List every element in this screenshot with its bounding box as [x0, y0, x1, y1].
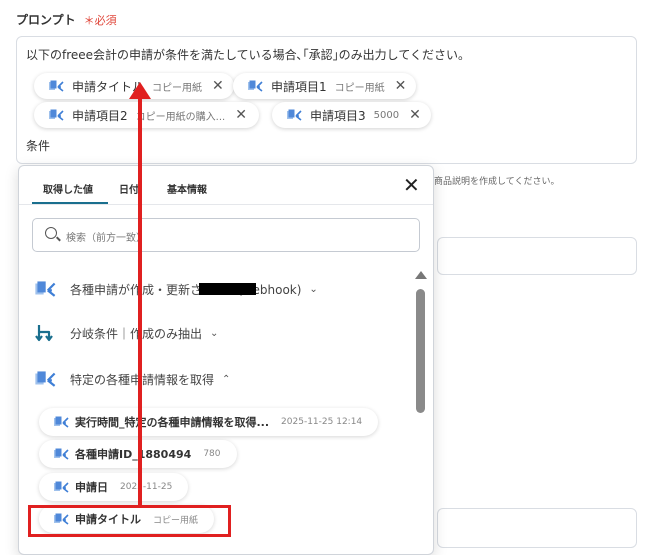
field-label: プロンプト ＊必須 — [16, 11, 117, 28]
item-name: 実行時間_特定の各種申請情報を取得... — [75, 416, 270, 429]
freee-icon — [53, 480, 69, 493]
field-label-text: プロンプト — [16, 13, 76, 27]
freee-icon — [48, 79, 64, 92]
freee-icon — [53, 447, 69, 460]
item-name: 各種申請ID_1880494 — [75, 448, 192, 461]
chip-name: 申請項目2 — [72, 108, 128, 123]
annotation-highlight-box — [28, 505, 231, 537]
freee-icon — [247, 79, 263, 92]
section-label: 各種申請が作成・更新されたら(webhook) — [70, 282, 302, 297]
tab-acquired-values[interactable]: 取得した値 — [43, 181, 93, 196]
chip-value: コピー用紙の購入... — [135, 111, 226, 123]
tab-date[interactable]: 日付 — [119, 181, 139, 196]
section-branch[interactable]: 分岐条件｜作成のみ抽出 ⌄ — [34, 321, 218, 345]
list-item[interactable]: 申請日 2025-11-25 — [39, 473, 189, 501]
close-icon[interactable]: ✕ — [395, 78, 407, 94]
close-icon[interactable]: ✕ — [409, 107, 421, 123]
chip-value: コピー用紙 — [152, 82, 203, 94]
item-value: 780 — [203, 449, 221, 459]
required-badge: ＊必須 — [83, 14, 117, 27]
branch-icon — [35, 325, 53, 342]
list-item[interactable]: 実行時間_特定の各種申請情報を取得... 2025-11-25 12:14 — [39, 408, 379, 436]
freee-icon — [286, 108, 302, 121]
active-tab-indicator — [32, 202, 108, 204]
value-picker-panel: 取得した値 日付 基本情報 ✕ 検索（前方一致） 各種申請が作成・更新されたら(… — [18, 165, 434, 555]
freee-icon — [53, 415, 69, 428]
variable-chip-item2[interactable]: 申請項目2 コピー用紙の購入... ✕ — [34, 102, 259, 128]
tab-basic-info[interactable]: 基本情報 — [167, 181, 207, 196]
chip-value: 5000 — [373, 109, 400, 121]
annotation-arrow-shaft — [138, 96, 142, 506]
tab-divider — [19, 204, 433, 205]
close-icon[interactable]: ✕ — [235, 107, 247, 123]
condition-text: 条件 — [26, 139, 51, 153]
chevron-down-icon: ⌄ — [210, 327, 219, 339]
search-input[interactable]: 検索（前方一致） — [32, 218, 420, 252]
section-get-application[interactable]: 特定の各種申請情報を取得 ⌃ — [34, 367, 230, 391]
search-icon — [45, 227, 57, 239]
annotation-arrow-head — [129, 82, 151, 99]
item-value: 2025-11-25 — [120, 482, 173, 492]
freee-icon — [34, 280, 56, 297]
redaction-bar — [199, 283, 256, 295]
item-value: 2025-11-25 12:14 — [281, 417, 363, 427]
chip-name: 申請項目1 — [271, 79, 327, 94]
prompt-text: 以下のfreee会計の申請が条件を満たしている場合､｢承認｣のみ出力してください… — [26, 48, 470, 62]
scrollbar-thumb[interactable] — [416, 289, 425, 413]
section-label: 分岐条件｜作成のみ抽出 — [70, 326, 203, 341]
freee-icon — [34, 370, 56, 387]
item-name: 申請日 — [75, 481, 108, 494]
close-icon[interactable]: ✕ — [403, 175, 420, 195]
freee-icon — [48, 108, 64, 121]
hint-text: 商品説明を作成してください。 — [434, 177, 560, 187]
background-input[interactable] — [437, 237, 637, 275]
variable-chip-item3[interactable]: 申請項目3 5000 ✕ — [272, 102, 431, 128]
chip-name: 申請項目3 — [310, 108, 366, 123]
chevron-up-icon: ⌃ — [222, 373, 231, 385]
chip-value: コピー用紙 — [334, 82, 385, 94]
background-input[interactable] — [437, 508, 637, 548]
scroll-up-arrow[interactable] — [415, 271, 427, 279]
section-webhook-trigger[interactable]: 各種申請が作成・更新されたら(webhook) ⌄ — [34, 277, 318, 301]
close-icon[interactable]: ✕ — [212, 78, 224, 94]
chevron-down-icon: ⌄ — [309, 283, 318, 295]
search-placeholder: 検索（前方一致） — [66, 233, 146, 244]
section-label: 特定の各種申請情報を取得 — [70, 372, 215, 387]
variable-chip-item1[interactable]: 申請項目1 コピー用紙 ✕ — [233, 73, 417, 99]
